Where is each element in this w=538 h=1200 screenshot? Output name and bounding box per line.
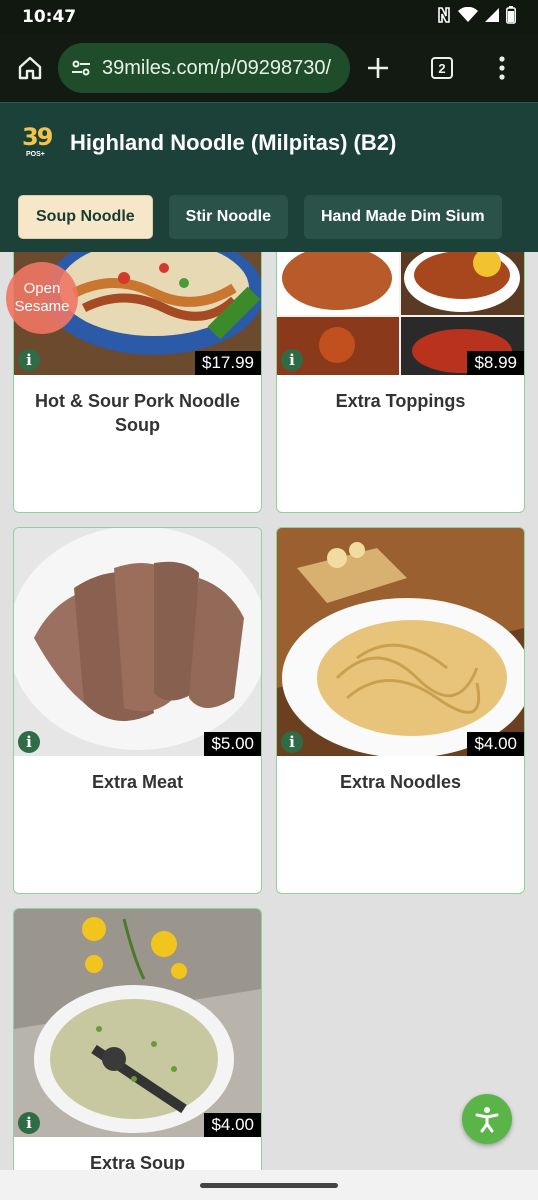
info-icon[interactable]: i — [281, 349, 303, 371]
plus-icon — [368, 58, 388, 78]
item-image: i $8.99 — [277, 252, 524, 375]
nfc-icon — [436, 6, 452, 29]
info-icon[interactable]: i — [18, 1112, 40, 1134]
restaurant-title: Highland Noodle (Milpitas) (B2) — [70, 129, 397, 155]
logo: 39 POS+ — [22, 125, 58, 161]
badge-line-2: Sesame — [14, 298, 70, 315]
item-name: Extra Noodles — [339, 772, 462, 792]
item-name: Extra Meat — [91, 772, 184, 792]
home-button[interactable] — [10, 48, 50, 88]
more-vert-icon — [499, 56, 505, 80]
accessibility-icon — [475, 1107, 499, 1133]
category-tab-dim-sium[interactable]: Hand Made Dim Sium — [304, 195, 502, 239]
item-name: Extra Soup — [89, 1153, 186, 1170]
restaurant-header: 39 POS+ Highland Noodle (Milpitas) (B2) — [0, 102, 538, 182]
wifi-icon — [458, 6, 478, 28]
tab-switcher-button[interactable]: 2 — [422, 48, 462, 88]
item-name: Hot & Sour Pork Noodle Soup — [34, 391, 240, 435]
new-tab-button[interactable] — [358, 48, 398, 88]
menu-item-card[interactable]: i $4.00 Extra Soup — [13, 908, 262, 1170]
logo-number: 39 — [22, 122, 53, 151]
signal-icon — [484, 7, 500, 28]
open-sesame-badge[interactable]: Open Sesame — [6, 262, 78, 334]
item-name: Extra Toppings — [335, 391, 466, 411]
navigation-bar — [0, 1170, 538, 1200]
item-image: i $4.00 — [277, 528, 524, 756]
info-icon[interactable]: i — [18, 349, 40, 371]
info-icon[interactable]: i — [18, 731, 40, 753]
more-menu-button[interactable] — [482, 48, 522, 88]
status-icons — [436, 5, 516, 29]
item-price: $4.00 — [204, 1113, 261, 1137]
browser-toolbar: 39miles.com/p/09298730/ 2 — [0, 34, 538, 102]
home-icon — [18, 56, 42, 80]
menu-item-card[interactable]: i $8.99 Extra Toppings — [276, 252, 525, 513]
info-icon[interactable]: i — [281, 731, 303, 753]
status-time: 10:47 — [22, 7, 77, 27]
item-price: $5.00 — [204, 732, 261, 756]
badge-line-1: Open — [23, 280, 61, 297]
tab-count: 2 — [431, 57, 453, 79]
item-image: i $4.00 — [14, 909, 261, 1137]
logo-subtext: POS+ — [26, 150, 45, 158]
menu-grid: i $17.99 Hot & Sour Pork Noodle Soup i $… — [0, 252, 538, 1170]
site-settings-icon[interactable] — [70, 57, 92, 79]
item-price: $17.99 — [195, 351, 261, 375]
category-tabs: Soup Noodle Stir Noodle Hand Made Dim Si… — [0, 182, 538, 252]
url-text: 39miles.com/p/09298730/ — [102, 56, 332, 79]
accessibility-button[interactable] — [462, 1094, 512, 1144]
status-bar: 10:47 — [0, 0, 538, 34]
address-bar[interactable]: 39miles.com/p/09298730/ — [58, 43, 350, 93]
battery-icon — [506, 5, 516, 29]
menu-item-card[interactable]: i $4.00 Extra Noodles — [276, 527, 525, 894]
category-tab-stir-noodle[interactable]: Stir Noodle — [168, 195, 288, 239]
item-price: $4.00 — [467, 732, 524, 756]
menu-item-card[interactable]: i $5.00 Extra Meat — [13, 527, 262, 894]
item-image: i $5.00 — [14, 528, 261, 756]
gesture-handle[interactable] — [200, 1183, 338, 1188]
category-tab-soup-noodle[interactable]: Soup Noodle — [18, 195, 153, 239]
item-price: $8.99 — [467, 351, 524, 375]
